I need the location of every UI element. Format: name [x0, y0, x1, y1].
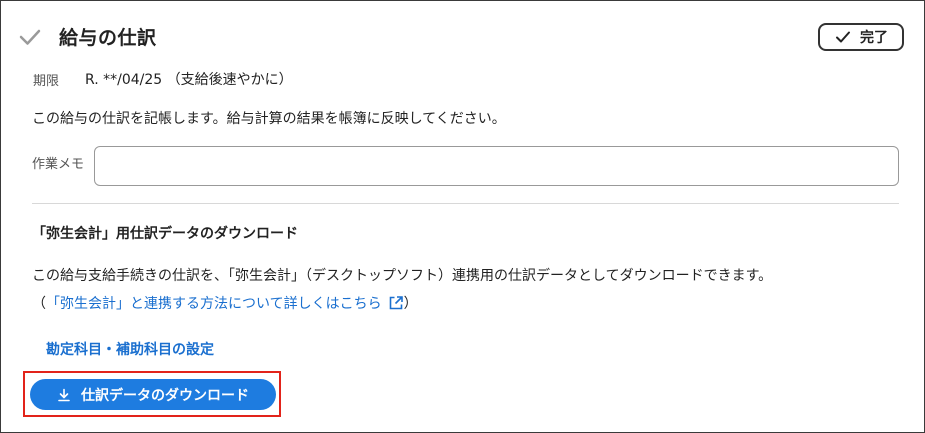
check-icon [836, 31, 850, 43]
link-suffix: ） [403, 296, 418, 312]
complete-button-label: 完了 [860, 30, 888, 46]
check-icon[interactable] [17, 24, 43, 50]
task-title: 給与の仕訳 [59, 27, 157, 49]
download-section-title: 「弥生会計」用仕訳データのダウンロード [32, 226, 298, 242]
link-prefix: （ [32, 296, 46, 312]
download-icon [58, 388, 70, 401]
download-button-label: 仕訳データのダウンロード [81, 387, 249, 404]
task-description: この給与の仕訳を記帳します。給与計算の結果を帳簿に反映してください。 [32, 111, 506, 127]
complete-button[interactable]: 完了 [818, 23, 904, 51]
task-header: 給与の仕訳 [17, 23, 157, 50]
yayoi-help-link[interactable]: 「弥生会計」と連携する方法について詳しくはこちら [46, 293, 382, 313]
account-settings-link[interactable]: 勘定科目・補助科目の設定 [46, 339, 214, 359]
due-row: 期限 R. **/04/25 （支給後速やかに） [33, 69, 293, 89]
due-value: R. **/04/25 （支給後速やかに） [85, 72, 293, 88]
external-link-icon[interactable] [388, 295, 404, 311]
task-card: 給与の仕訳 完了 期限 R. **/04/25 （支給後速やかに） この給与の仕… [0, 0, 925, 433]
memo-input[interactable] [94, 146, 899, 186]
download-section-description: この給与支給手続きの仕訳を、「弥生会計」（デスクトップソフト）連携用の仕訳データ… [32, 268, 773, 284]
memo-label: 作業メモ [32, 157, 85, 172]
divider [32, 203, 899, 204]
download-journal-button[interactable]: 仕訳データのダウンロード [30, 379, 276, 410]
due-label: 期限 [33, 73, 60, 89]
help-link-line: （ 「弥生会計」と連携する方法について詳しくはこちら ） [32, 293, 418, 313]
